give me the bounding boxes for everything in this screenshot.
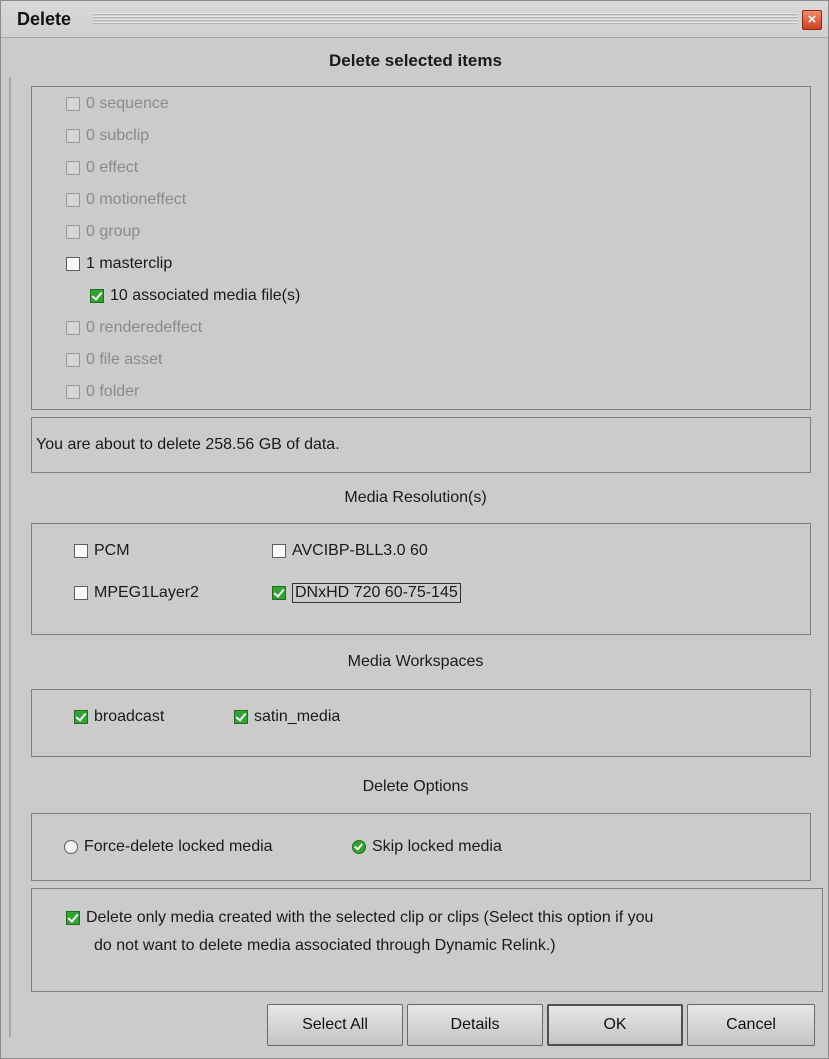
renderedeffect-label: 0 renderedeffect <box>86 319 203 336</box>
pcm-label: PCM <box>94 542 130 559</box>
associated-media-checkbox[interactable] <box>90 289 104 303</box>
masterclip-checkbox[interactable] <box>66 257 80 271</box>
dialog-heading: Delete selected items <box>329 51 502 70</box>
close-button[interactable]: × <box>802 10 822 30</box>
summary-text: You are about to delete 258.56 GB of dat… <box>36 436 340 453</box>
resolution-option-dnxhd[interactable]: DNxHD 720 60-75-145 <box>272 583 461 603</box>
sequence-label: 0 sequence <box>86 95 169 112</box>
skip-locked-radio[interactable] <box>352 840 366 854</box>
only-media-option[interactable]: Delete only media created with the selec… <box>66 909 653 927</box>
summary-row: You are about to delete 258.56 GB of dat… <box>36 436 340 454</box>
window-title: Delete <box>17 9 72 29</box>
item-row-folder[interactable]: 0 folder <box>66 383 139 401</box>
item-row-file-asset[interactable]: 0 file asset <box>66 351 162 369</box>
avcibp-label: AVCIBP-BLL3.0 60 <box>292 542 428 559</box>
effect-label: 0 effect <box>86 159 139 176</box>
items-group: 0 sequence 0 subclip 0 effect 0 motionef… <box>31 86 811 410</box>
group-label: 0 group <box>86 223 141 240</box>
delete-options-heading: Delete Options <box>362 778 469 795</box>
delete-options-group: Force-delete locked media Skip locked me… <box>31 813 811 881</box>
avcibp-checkbox[interactable] <box>272 544 286 558</box>
ok-button[interactable]: OK <box>547 1004 683 1046</box>
item-row-group[interactable]: 0 group <box>66 223 140 241</box>
only-media-group: Delete only media created with the selec… <box>31 888 823 992</box>
title-bar[interactable]: Delete × <box>1 1 828 38</box>
resolution-option-avcibp[interactable]: AVCIBP-BLL3.0 60 <box>272 542 428 560</box>
summary-box: You are about to delete 258.56 GB of dat… <box>31 417 811 473</box>
subclip-label: 0 subclip <box>86 127 150 144</box>
resolution-option-mpeg1layer2[interactable]: MPEG1Layer2 <box>74 584 199 602</box>
cancel-button[interactable]: Cancel <box>687 1004 815 1046</box>
item-row-effect[interactable]: 0 effect <box>66 159 138 177</box>
skip-locked-option[interactable]: Skip locked media <box>352 838 502 856</box>
workspace-option-satin-media[interactable]: satin_media <box>234 708 340 726</box>
media-resolutions-group: PCM AVCIBP-BLL3.0 60 MPEG1Layer2 DNxHD 7… <box>31 523 811 635</box>
mpeg1layer2-label: MPEG1Layer2 <box>94 584 199 601</box>
title-bar-grip <box>93 13 798 24</box>
item-row-masterclip[interactable]: 1 masterclip <box>66 255 172 273</box>
associated-media-label: 10 associated media file(s) <box>110 287 301 304</box>
satin-media-label: satin_media <box>254 708 341 725</box>
item-row-renderedeffect[interactable]: 0 renderedeffect <box>66 319 202 337</box>
details-button[interactable]: Details <box>407 1004 543 1046</box>
sequence-checkbox[interactable] <box>66 97 80 111</box>
item-row-sequence[interactable]: 0 sequence <box>66 95 169 113</box>
only-media-option-line-2: do not want to delete media associated t… <box>94 937 556 955</box>
skip-locked-label: Skip locked media <box>372 838 502 855</box>
file-asset-label: 0 file asset <box>86 351 163 368</box>
dnxhd-checkbox[interactable] <box>272 586 286 600</box>
only-media-checkbox[interactable] <box>66 911 80 925</box>
item-row-subclip[interactable]: 0 subclip <box>66 127 149 145</box>
item-row-associated-media[interactable]: 10 associated media file(s) <box>90 287 300 305</box>
renderedeffect-checkbox[interactable] <box>66 321 80 335</box>
force-delete-option[interactable]: Force-delete locked media <box>64 838 273 856</box>
item-row-motioneffect[interactable]: 0 motioneffect <box>66 191 186 209</box>
satin-media-checkbox[interactable] <box>234 710 248 724</box>
select-all-button[interactable]: Select All <box>267 1004 403 1046</box>
file-asset-checkbox[interactable] <box>66 353 80 367</box>
force-delete-radio[interactable] <box>64 840 78 854</box>
media-resolutions-heading: Media Resolution(s) <box>344 489 487 506</box>
media-workspaces-heading: Media Workspaces <box>347 653 484 670</box>
subclip-checkbox[interactable] <box>66 129 80 143</box>
only-media-line-1: Delete only media created with the selec… <box>86 909 654 926</box>
left-edge-divider <box>9 77 11 1037</box>
delete-dialog: Delete × Delete selected items 0 sequenc… <box>0 0 829 1059</box>
folder-label: 0 folder <box>86 383 140 400</box>
pcm-checkbox[interactable] <box>74 544 88 558</box>
only-media-line-2: do not want to delete media associated t… <box>94 937 556 954</box>
resolution-option-pcm[interactable]: PCM <box>74 542 130 560</box>
masterclip-label: 1 masterclip <box>86 255 173 272</box>
group-checkbox[interactable] <box>66 225 80 239</box>
effect-checkbox[interactable] <box>66 161 80 175</box>
dnxhd-label: DNxHD 720 60-75-145 <box>292 583 461 603</box>
broadcast-checkbox[interactable] <box>74 710 88 724</box>
force-delete-label: Force-delete locked media <box>84 838 273 855</box>
broadcast-label: broadcast <box>94 708 165 725</box>
motioneffect-label: 0 motioneffect <box>86 191 187 208</box>
folder-checkbox[interactable] <box>66 385 80 399</box>
workspace-option-broadcast[interactable]: broadcast <box>74 708 164 726</box>
motioneffect-checkbox[interactable] <box>66 193 80 207</box>
mpeg1layer2-checkbox[interactable] <box>74 586 88 600</box>
media-workspaces-group: broadcast satin_media <box>31 689 811 757</box>
